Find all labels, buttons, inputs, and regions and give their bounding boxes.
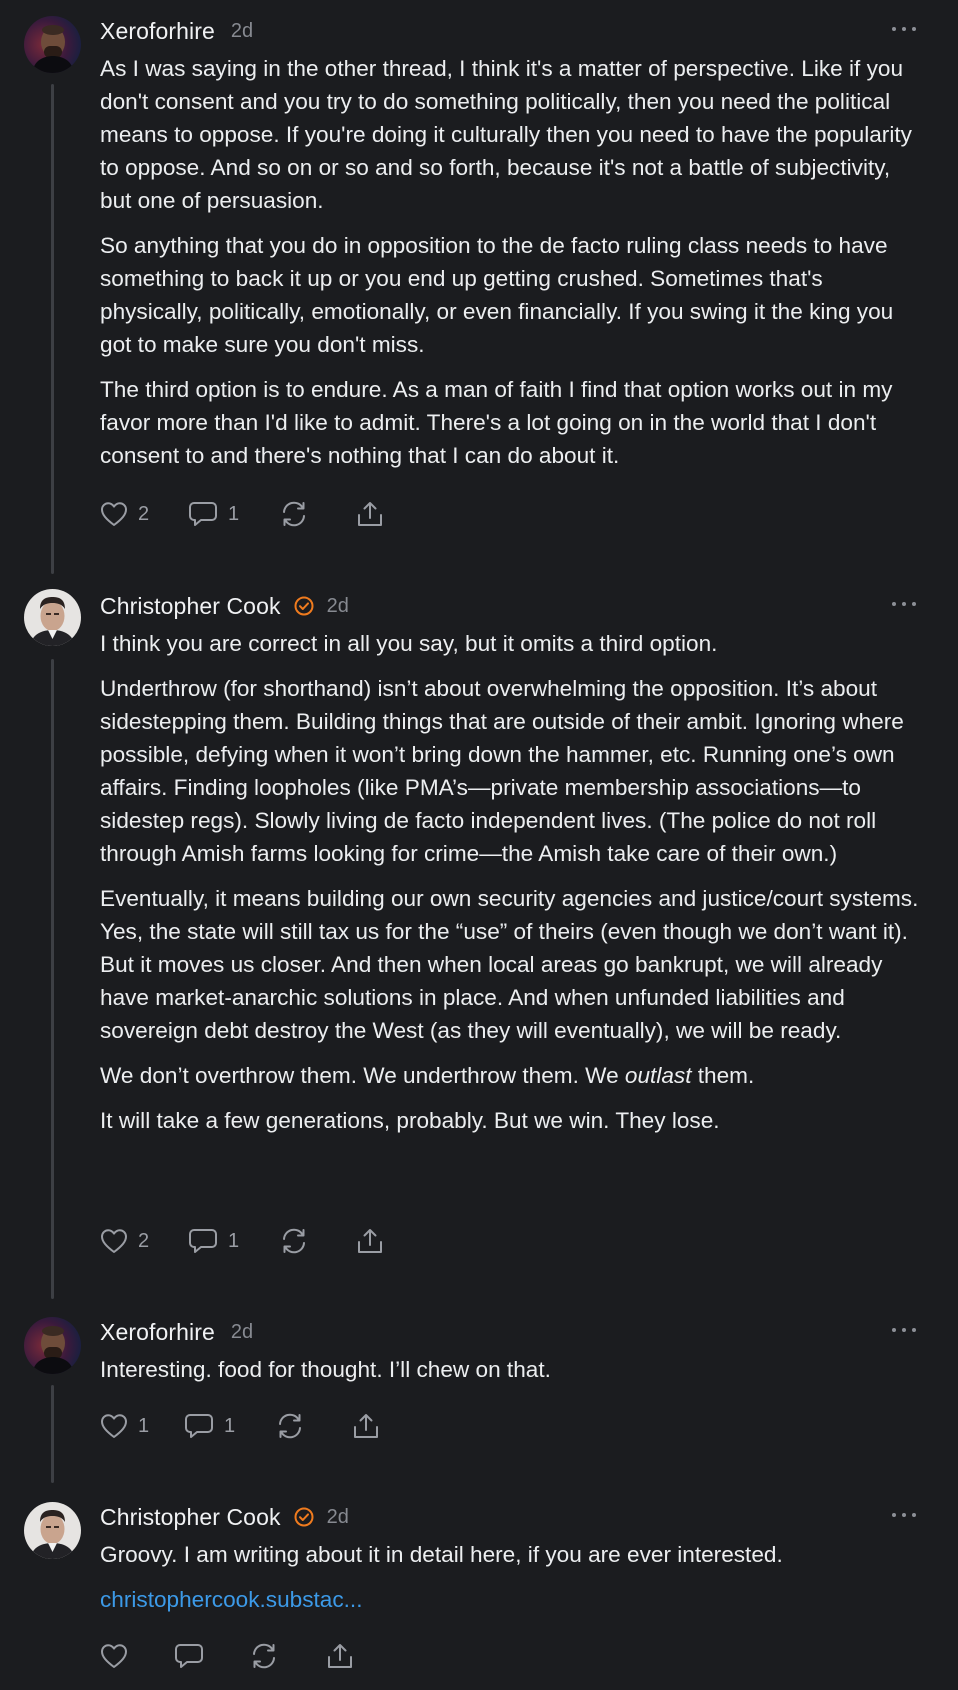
thread-line	[51, 84, 54, 574]
restack-icon	[283, 501, 305, 527]
text-span: them.	[691, 1063, 755, 1088]
comment-header: Christopher Cook 2d	[100, 1502, 349, 1532]
restack-icon	[253, 1643, 275, 1669]
comment-paragraph: christophercook.substac...	[100, 1583, 920, 1616]
avatar-xeroforhire[interactable]	[24, 16, 81, 73]
emphasis-text: outlast	[624, 1063, 692, 1088]
comment-header: Christopher Cook 2d	[100, 591, 349, 621]
more-options-icon[interactable]	[892, 1508, 916, 1522]
text-span: We don’t overthrow them. We underthrow t…	[100, 1063, 625, 1088]
reply-button[interactable]: 1	[188, 1227, 280, 1255]
comment-bubble-icon	[189, 1229, 217, 1253]
comment-paragraph: I think you are correct in all you say, …	[100, 631, 718, 656]
thread-line	[51, 1385, 54, 1483]
author-name[interactable]: Christopher Cook	[100, 593, 281, 620]
thread-line	[51, 659, 54, 1299]
comment-paragraph: We don’t overthrow them. We underthrow t…	[100, 1059, 920, 1092]
comment-1: Xeroforhire 2d As I was saying in the ot…	[0, 14, 958, 574]
avatar-christopher-cook[interactable]	[24, 1502, 81, 1559]
timestamp[interactable]: 2d	[231, 1321, 253, 1344]
heart-icon	[101, 1229, 127, 1253]
share-icon	[328, 1644, 352, 1668]
comment-header: Xeroforhire 2d	[100, 1317, 253, 1347]
more-options-icon[interactable]	[892, 22, 916, 36]
comment-4: Christopher Cook 2d Groovy. I am writing…	[0, 1500, 958, 1690]
reply-button[interactable]: 1	[184, 1412, 276, 1440]
substack-link[interactable]: christophercook.substac...	[100, 1587, 362, 1612]
like-button[interactable]: 2	[100, 501, 188, 527]
comment-paragraph: Interesting. food for thought. I’ll chew…	[100, 1357, 551, 1382]
heart-icon	[101, 502, 127, 526]
reply-button[interactable]	[174, 1642, 250, 1670]
comment-body: Groovy. I am writing about it in detail …	[100, 1538, 920, 1616]
comment-3: Xeroforhire 2d Interesting. food for tho…	[0, 1315, 958, 1483]
reply-button[interactable]: 1	[188, 500, 280, 528]
share-icon	[358, 502, 382, 526]
comment-bubble-icon	[175, 1644, 203, 1668]
comment-paragraph: The third option is to endure. As a man …	[100, 377, 893, 468]
comment-thread: Xeroforhire 2d As I was saying in the ot…	[0, 0, 958, 1690]
verified-badge-icon	[294, 596, 314, 616]
reply-count: 1	[228, 502, 240, 525]
author-name[interactable]: Xeroforhire	[100, 18, 215, 45]
comment-paragraph: Underthrow (for shorthand) isn’t about o…	[100, 676, 904, 866]
timestamp[interactable]: 2d	[327, 595, 349, 618]
author-name[interactable]: Xeroforhire	[100, 1319, 215, 1346]
timestamp[interactable]: 2d	[231, 20, 253, 43]
like-button[interactable]: 1	[100, 1413, 184, 1439]
restack-icon	[283, 1228, 305, 1254]
comment-body: As I was saying in the other thread, I t…	[100, 52, 920, 472]
comment-paragraph: As I was saying in the other thread, I t…	[100, 56, 912, 213]
restack-button[interactable]	[280, 1227, 356, 1255]
like-count: 2	[138, 1229, 150, 1252]
share-button[interactable]	[356, 1227, 384, 1255]
more-options-icon[interactable]	[892, 1323, 916, 1337]
comment-actions: 2 1	[100, 498, 384, 530]
timestamp[interactable]: 2d	[327, 1506, 349, 1529]
author-name[interactable]: Christopher Cook	[100, 1504, 281, 1531]
like-button[interactable]	[100, 1643, 174, 1669]
more-options-icon[interactable]	[892, 597, 916, 611]
share-button[interactable]	[326, 1642, 354, 1670]
avatar-christopher-cook[interactable]	[24, 589, 81, 646]
comment-2: Christopher Cook 2d I think you are corr…	[0, 589, 958, 1305]
restack-button[interactable]	[280, 500, 356, 528]
comment-paragraph: Eventually, it means building our own se…	[100, 886, 919, 1043]
comment-actions	[100, 1640, 354, 1672]
heart-icon	[101, 1644, 127, 1668]
share-icon	[354, 1414, 378, 1438]
reply-count: 1	[228, 1229, 240, 1252]
comment-bubble-icon	[185, 1414, 213, 1438]
avatar-xeroforhire[interactable]	[24, 1317, 81, 1374]
comment-body: Interesting. food for thought. I’ll chew…	[100, 1353, 920, 1386]
like-button[interactable]: 2	[100, 1228, 188, 1254]
comment-bubble-icon	[189, 502, 217, 526]
share-icon	[358, 1229, 382, 1253]
comment-header: Xeroforhire 2d	[100, 16, 253, 46]
comment-body: I think you are correct in all you say, …	[100, 627, 920, 1137]
reply-count: 1	[224, 1414, 236, 1437]
comment-paragraph: So anything that you do in opposition to…	[100, 233, 894, 357]
share-button[interactable]	[356, 500, 384, 528]
comment-actions: 1 1	[100, 1410, 380, 1442]
verified-badge-icon	[294, 1507, 314, 1527]
restack-button[interactable]	[276, 1412, 352, 1440]
restack-button[interactable]	[250, 1642, 326, 1670]
heart-icon	[101, 1414, 127, 1438]
comment-actions: 2 1	[100, 1225, 384, 1257]
restack-icon	[279, 1413, 301, 1439]
like-count: 2	[138, 502, 150, 525]
like-count: 1	[138, 1414, 150, 1437]
comment-paragraph: It will take a few generations, probably…	[100, 1108, 720, 1133]
share-button[interactable]	[352, 1412, 380, 1440]
comment-paragraph: Groovy. I am writing about it in detail …	[100, 1542, 783, 1567]
